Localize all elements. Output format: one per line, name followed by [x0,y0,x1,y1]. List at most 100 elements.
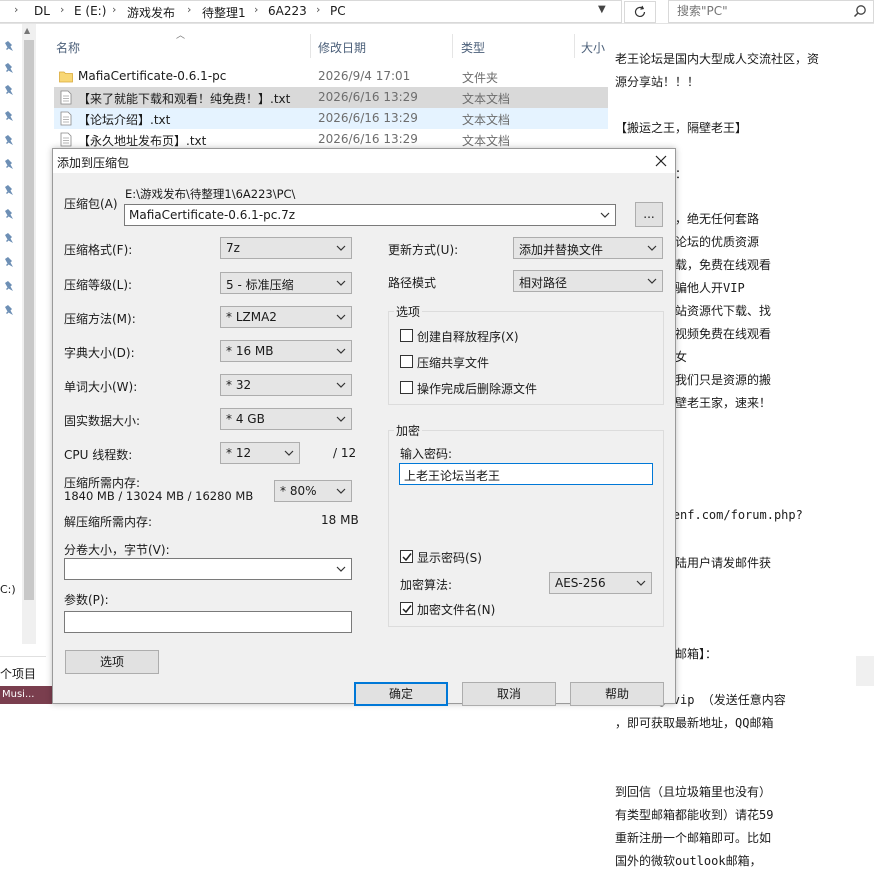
breadcrumb-drive[interactable]: E (E:) [74,4,106,18]
options-button[interactable]: 选项 [65,650,159,674]
search-icon[interactable] [853,4,867,18]
breadcrumb-6a223[interactable]: 6A223 [268,4,307,18]
format-label: 压缩格式(F): [64,243,133,257]
pin-icon[interactable] [4,184,16,196]
column-divider[interactable] [452,34,453,58]
preview-line: 有类型邮箱都能收到）请花59 [615,808,774,822]
pin-icon[interactable] [4,62,16,74]
show-password-checkbox[interactable] [400,550,413,563]
pin-icon[interactable] [4,110,16,122]
chevron-down-icon [336,488,346,494]
pin-icon[interactable] [4,84,16,96]
chevron-down-icon [600,212,610,218]
method-select[interactable]: * LZMA2 [220,306,352,328]
split-label: 分卷大小，字节(V): [64,543,170,557]
dialog-titlebar[interactable]: 添加到压缩包 [53,149,675,173]
preview-line: 国外的微软outlook邮箱， [615,854,762,868]
column-divider[interactable] [574,34,575,58]
level-select[interactable]: 5 - 标准压缩 [220,272,352,294]
enc-method-select[interactable]: AES-256 [549,572,652,594]
taskbar-item[interactable]: Musi... [0,686,52,704]
shared-label[interactable]: 压缩共享文件 [417,354,489,371]
file-name: 【永久地址发布页】.txt [78,134,207,148]
breadcrumb-pc[interactable]: PC [330,4,346,18]
pin-icon[interactable] [4,232,16,244]
mem-decomp-value: 18 MB [321,513,359,527]
file-row-permanent-address[interactable]: 【永久地址发布页】.txt 2026/6/16 13:29 文本文档 [54,129,608,150]
pin-icon[interactable] [4,158,16,170]
method-label: 压缩方法(M): [64,312,136,326]
delete-source-label[interactable]: 操作完成后删除源文件 [417,380,537,397]
mem-percent-select[interactable]: * 80% [274,480,352,502]
search-input[interactable] [677,4,847,18]
cpu-value: * 12 [226,446,252,460]
encryption-group-title: 加密 [394,422,423,439]
dict-select[interactable]: * 16 MB [220,340,352,362]
solid-select[interactable]: * 4 GB [220,408,352,430]
shared-checkbox[interactable] [400,355,413,368]
column-header-size[interactable]: 大小 [581,39,605,56]
dict-value: * 16 MB [226,344,274,358]
file-row-forum-intro[interactable]: 【论坛介绍】.txt 2026/6/16 13:29 文本文档 [54,108,608,129]
cancel-button[interactable]: 取消 [462,682,556,706]
column-header-name[interactable]: 名称 [56,39,80,56]
close-button[interactable] [651,151,671,171]
pin-icon[interactable] [4,280,16,292]
file-row-free-download[interactable]: 【来了就能下载和观看！纯免费！】.txt 2026/6/16 13:29 文本文… [54,87,608,108]
refresh-button[interactable] [624,1,656,23]
mem-percent-value: * 80% [280,484,317,498]
word-label: 单词大小(W): [64,380,138,394]
scroll-up-icon[interactable]: ▲ [24,26,30,35]
breadcrumb-pending[interactable]: 待整理1 [202,4,246,21]
pin-icon[interactable] [4,304,16,316]
breadcrumb-games[interactable]: 游戏发布 [127,4,175,21]
show-password-label[interactable]: 显示密码(S) [417,549,482,566]
encrypt-names-label[interactable]: 加密文件名(N) [417,601,495,618]
delete-source-checkbox[interactable] [400,381,413,394]
chevron-down-icon [284,450,294,456]
breadcrumb-separator: › [316,3,321,16]
column-header-type[interactable]: 类型 [461,39,485,56]
params-input[interactable] [64,611,352,633]
format-select[interactable]: 7z [220,237,352,259]
preview-line: 源分享站！！！ [615,75,700,89]
drive-c-label[interactable]: C:) [0,583,16,596]
pin-icon[interactable] [4,208,16,220]
cpu-label: CPU 线程数: [64,448,133,462]
encrypt-names-checkbox[interactable] [400,602,413,615]
update-select[interactable]: 添加并替换文件 [513,237,663,259]
word-select[interactable]: * 32 [220,374,352,396]
password-input[interactable]: 上老王论坛当老王 [399,463,653,485]
add-to-archive-dialog: 添加到压缩包 压缩包(A) E:\游戏发布\待整理1\6A223\PC\ Maf… [52,148,676,706]
ok-button[interactable]: 确定 [354,682,448,706]
column-header-date[interactable]: 修改日期 [318,39,366,56]
chevron-down-icon [336,566,346,572]
address-bar[interactable]: › DL › E (E:) › 游戏发布 › 待整理1 › 6A223 › PC… [0,0,622,23]
update-value: 添加并替换文件 [519,243,604,257]
archive-name-combo[interactable]: MafiaCertificate-0.6.1-pc.7z [124,204,616,226]
file-type: 文本文档 [462,113,511,127]
breadcrumb-dl[interactable]: DL [34,4,50,18]
pin-icon[interactable] [4,134,16,146]
preview-scrollbar[interactable] [856,656,874,686]
pin-icon[interactable] [4,40,16,52]
browse-button[interactable]: ... [635,202,663,227]
sfx-label[interactable]: 创建自释放程序(X) [417,328,519,345]
mem-comp-value: 1840 MB / 13024 MB / 16280 MB [64,489,254,503]
file-date: 2026/6/16 13:29 [318,111,418,125]
breadcrumb-separator: › [187,3,192,16]
file-date: 2026/6/16 13:29 [318,132,418,146]
chevron-down-icon[interactable]: ▼ [598,4,606,15]
sfx-checkbox[interactable] [400,329,413,342]
pin-icon[interactable] [4,256,16,268]
column-divider[interactable] [310,34,311,58]
help-button[interactable]: 帮助 [570,682,664,706]
search-box[interactable] [668,0,874,23]
file-date: 2026/6/16 13:29 [318,90,418,104]
cpu-select[interactable]: * 12 [220,442,300,464]
path-select[interactable]: 相对路径 [513,270,663,292]
address-bar-area: › DL › E (E:) › 游戏发布 › 待整理1 › 6A223 › PC… [0,0,874,24]
split-combo[interactable] [64,558,352,580]
file-row-folder[interactable]: MafiaCertificate-0.6.1-pc 2026/9/4 17:01… [54,66,608,87]
nav-scrollbar-thumb[interactable] [24,40,34,600]
